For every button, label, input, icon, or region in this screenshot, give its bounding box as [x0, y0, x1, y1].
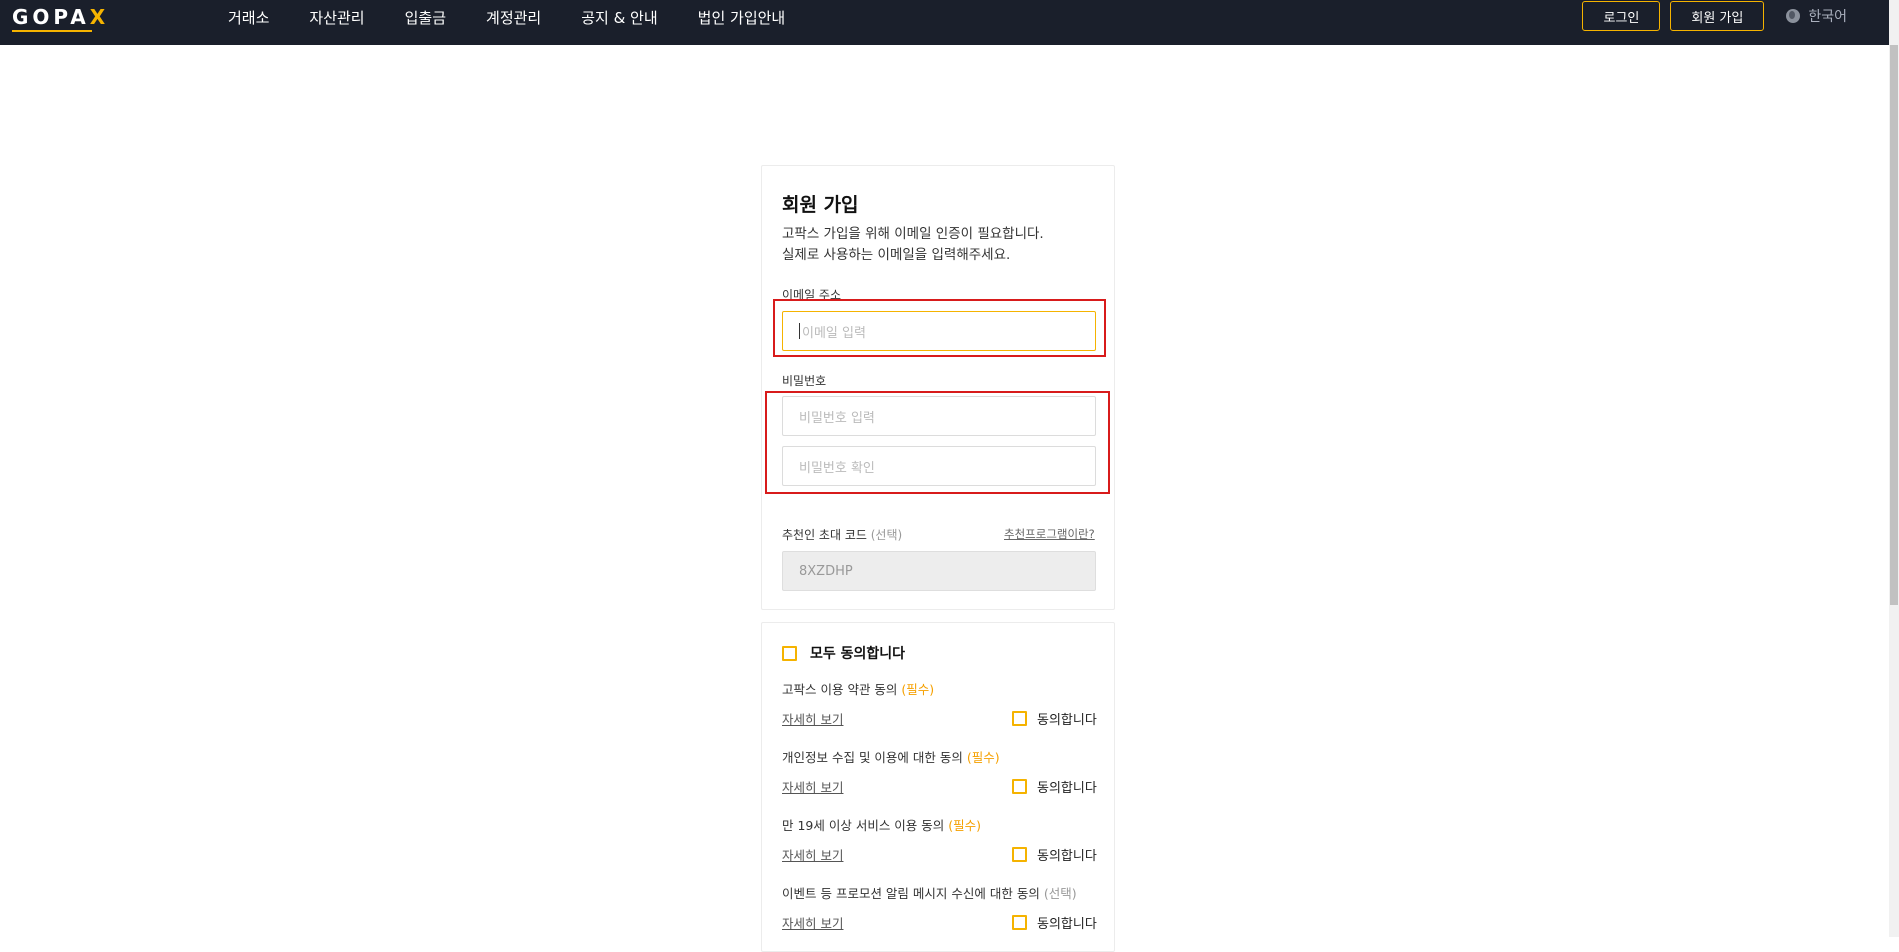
terms-detail-link[interactable]: 자세히 보기 — [782, 709, 843, 728]
logo-underline — [12, 30, 92, 32]
login-button[interactable]: 로그인 — [1582, 1, 1661, 31]
signup-button[interactable]: 회원 가입 — [1670, 1, 1765, 31]
term-required-tag: (필수) — [901, 682, 935, 697]
password-confirm-placeholder: 비밀번호 확인 — [799, 460, 875, 476]
term-required-tag: (필수) — [948, 818, 982, 833]
signup-form-card: 회원 가입 고팍스 가입을 위해 이메일 인증이 필요합니다. 실제로 사용하는… — [761, 165, 1115, 610]
password-input[interactable]: 비밀번호 입력 — [782, 396, 1096, 436]
referral-optional-tag: (선택) — [870, 528, 903, 542]
term-title-text: 만 19세 이상 서비스 이용 동의 — [782, 818, 945, 833]
term-optional-tag: (선택) — [1043, 886, 1077, 901]
page-title: 회원 가입 — [782, 194, 859, 216]
term-required-tag: (필수) — [966, 750, 1000, 765]
scrollbar-thumb[interactable] — [1890, 45, 1898, 605]
term-title-text: 이벤트 등 프로모션 알림 메시지 수신에 대한 동의 — [782, 886, 1040, 901]
nav-item-assets[interactable]: 자산관리 — [309, 7, 364, 28]
promotion-consent-title: 이벤트 등 프로모션 알림 메시지 수신에 대한 동의 (선택) — [782, 883, 1077, 902]
logo-x-letter: X — [89, 5, 110, 29]
promotion-agree-option[interactable]: 동의합니다 — [1012, 913, 1097, 932]
signup-description: 고팍스 가입을 위해 이메일 인증이 필요합니다. 실제로 사용하는 이메일을 … — [782, 224, 1044, 266]
nav-item-notice[interactable]: 공지 & 안내 — [581, 7, 657, 28]
agree-all-checkbox[interactable] — [782, 645, 797, 661]
email-label: 이메일 주소 — [782, 288, 842, 302]
age-agree-option[interactable]: 동의합니다 — [1012, 845, 1097, 864]
privacy-agree-checkbox[interactable] — [1012, 779, 1027, 794]
language-label: 한국어 — [1808, 9, 1847, 25]
nav-item-corporate-signup[interactable]: 법인 가입안내 — [698, 7, 786, 28]
agreements-card: 모두 동의합니다 고팍스 이용 약관 동의 (필수) 자세히 보기 동의합니다 … — [761, 622, 1115, 952]
nav-item-account[interactable]: 계정관리 — [486, 7, 541, 28]
password-confirm-input[interactable]: 비밀번호 확인 — [782, 446, 1096, 486]
promotion-agree-checkbox[interactable] — [1012, 915, 1027, 930]
header-actions: 로그인 회원 가입 한국어 — [1582, 0, 1847, 32]
age-detail-link[interactable]: 자세히 보기 — [782, 845, 843, 864]
agree-label: 동의합니다 — [1037, 917, 1097, 932]
referral-code-input: 8XZDHP — [782, 551, 1096, 591]
term-title-text: 고팍스 이용 약관 동의 — [782, 682, 898, 697]
terms-agree-checkbox[interactable] — [1012, 711, 1027, 726]
top-nav-bar: GOPAX 거래소 자산관리 입출금 계정관리 공지 & 안내 법인 가입안내 … — [0, 0, 1889, 45]
age-agree-checkbox[interactable] — [1012, 847, 1027, 862]
agree-all-label: 모두 동의합니다 — [810, 646, 906, 662]
term-title-text: 개인정보 수집 및 이용에 대한 동의 — [782, 750, 963, 765]
agree-all-option[interactable]: 모두 동의합니다 — [782, 643, 905, 663]
referral-label-text: 추천인 초대 코드 — [782, 528, 867, 542]
language-selector[interactable]: 한국어 — [1786, 6, 1847, 26]
password-placeholder: 비밀번호 입력 — [799, 410, 875, 426]
privacy-agree-option[interactable]: 동의합니다 — [1012, 777, 1097, 796]
referral-program-link[interactable]: 추천프로그램이란? — [1004, 526, 1095, 542]
main-nav: 거래소 자산관리 입출금 계정관리 공지 & 안내 법인 가입안내 — [228, 0, 825, 35]
referral-label: 추천인 초대 코드 (선택) — [782, 526, 902, 543]
text-caret — [799, 323, 800, 339]
promotion-detail-link[interactable]: 자세히 보기 — [782, 913, 843, 932]
agree-label: 동의합니다 — [1037, 713, 1097, 728]
agree-label: 동의합니다 — [1037, 849, 1097, 864]
description-line-1: 고팍스 가입을 위해 이메일 인증이 필요합니다. — [782, 226, 1044, 242]
page-scrollbar[interactable] — [1889, 0, 1899, 937]
nav-item-exchange[interactable]: 거래소 — [228, 7, 269, 28]
privacy-detail-link[interactable]: 자세히 보기 — [782, 777, 843, 796]
logo-text: GOPAX — [12, 5, 110, 29]
email-input[interactable]: 이메일 입력 — [782, 311, 1096, 351]
gopax-logo[interactable]: GOPAX — [12, 4, 110, 32]
age-consent-title: 만 19세 이상 서비스 이용 동의 (필수) — [782, 815, 981, 834]
nav-item-deposit-withdraw[interactable]: 입출금 — [405, 7, 446, 28]
referral-code-value: 8XZDHP — [799, 563, 853, 579]
password-label: 비밀번호 — [782, 374, 827, 388]
globe-icon — [1786, 9, 1801, 23]
terms-of-service-title: 고팍스 이용 약관 동의 (필수) — [782, 679, 934, 698]
terms-agree-option[interactable]: 동의합니다 — [1012, 709, 1097, 728]
description-line-2: 실제로 사용하는 이메일을 입력해주세요. — [782, 247, 1011, 263]
privacy-consent-title: 개인정보 수집 및 이용에 대한 동의 (필수) — [782, 747, 1000, 766]
email-placeholder: 이메일 입력 — [802, 325, 866, 341]
agree-label: 동의합니다 — [1037, 781, 1097, 796]
